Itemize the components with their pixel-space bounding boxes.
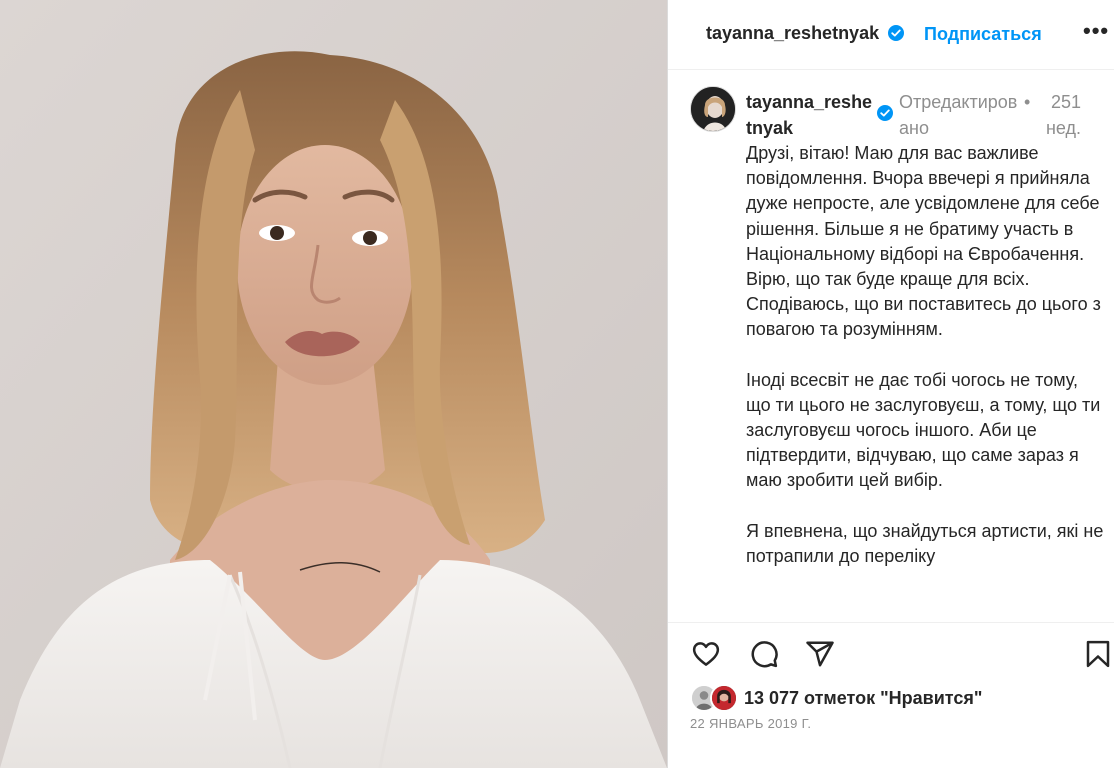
liker-avatar [710, 684, 738, 712]
post-photo[interactable] [0, 0, 667, 768]
edited-label: Отредактировано [899, 92, 1018, 138]
caption-text: Друзі, вітаю! Маю для вас важливе повідо… [746, 141, 1106, 619]
share-button[interactable] [800, 634, 840, 674]
header-username[interactable]: tayanna_reshetnyak [706, 23, 879, 44]
more-options-button[interactable]: ••• [1083, 20, 1109, 42]
caption-username[interactable]: tayanna_reshetnyak [746, 89, 874, 141]
verified-badge-icon [888, 25, 904, 41]
heart-icon [692, 642, 720, 666]
follow-button[interactable]: Подписаться [924, 24, 1042, 45]
post-detail-panel: tayanna_reshetnyak Подписаться ••• tayan… [668, 0, 1114, 768]
comment-button[interactable] [744, 634, 784, 674]
bookmark-icon [1086, 640, 1110, 668]
post-date[interactable]: 22 ЯНВАРЬ 2019 Г. [690, 716, 811, 731]
meta-separator: • [1024, 92, 1031, 112]
post-age[interactable]: 251 нед. [1036, 89, 1081, 141]
caption-paragraph: Я впевнена, що знайдуться артисти, які н… [746, 520, 1104, 566]
avatar[interactable] [690, 86, 736, 132]
comment-icon [751, 641, 778, 668]
caption-paragraph: Іноді всесвіт не дає тобі чогось не тому… [746, 369, 1101, 491]
likes-row: 13 077 отметок "Нравится" [690, 684, 1110, 714]
actions-divider [668, 622, 1114, 623]
likes-count[interactable]: 13 077 отметок "Нравится" [744, 688, 982, 709]
caption-paragraph: Друзі, вітаю! Маю для вас важливе повідо… [746, 143, 1101, 340]
avatar-image [691, 87, 735, 131]
paper-plane-icon [806, 641, 834, 667]
save-button[interactable] [1078, 634, 1114, 674]
action-bar [668, 634, 1114, 674]
post-header: tayanna_reshetnyak Подписаться ••• [668, 0, 1114, 70]
liker-avatar-image [712, 686, 736, 710]
like-button[interactable] [686, 634, 726, 674]
portrait-image [0, 0, 667, 768]
verified-badge-icon [877, 105, 893, 121]
